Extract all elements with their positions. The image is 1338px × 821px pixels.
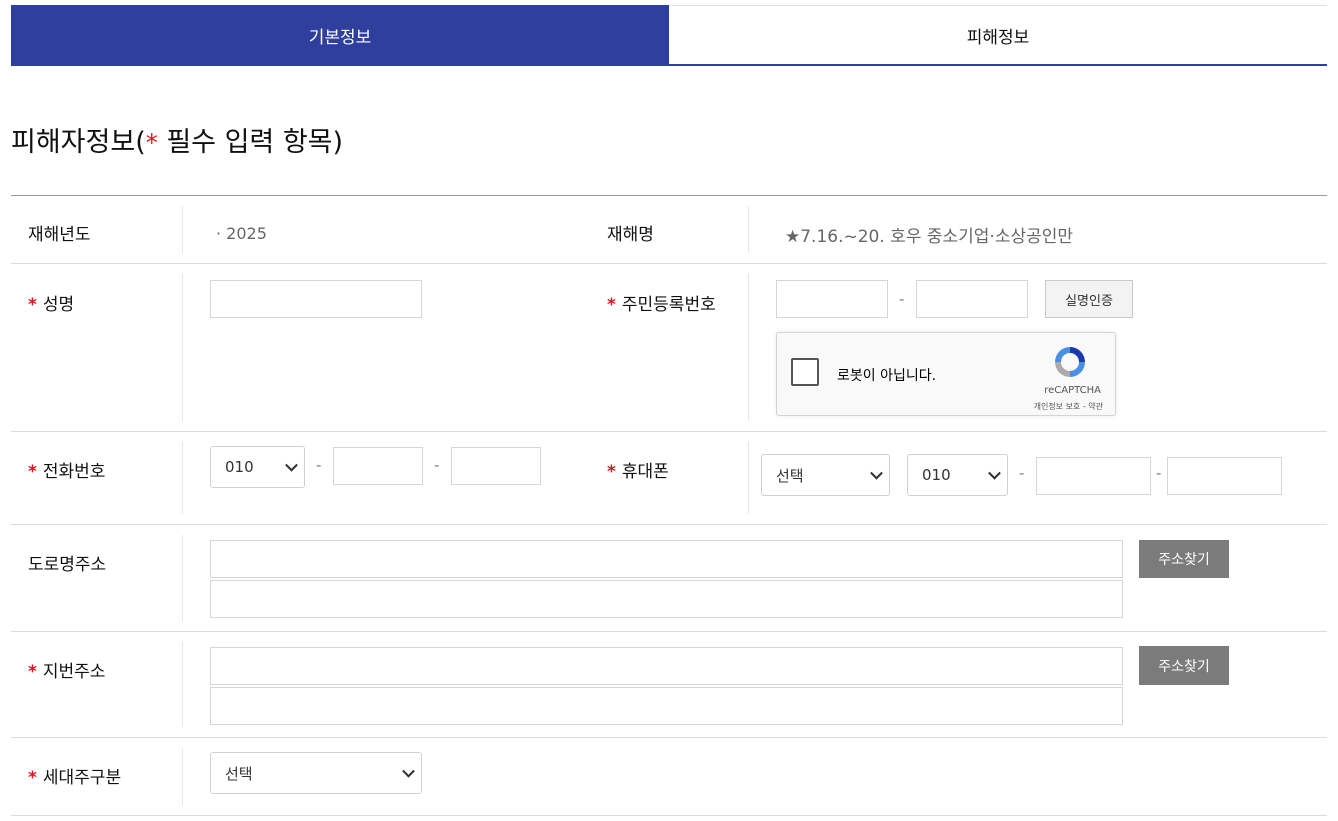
lot-address-label-text: 지번주소 <box>42 662 106 682</box>
section-title-prefix: 피해자정보( <box>11 127 146 158</box>
tab-basic-info[interactable]: 기본정보 <box>11 5 669 66</box>
mobile-middle-input[interactable] <box>1036 457 1151 495</box>
phone-prefix-select[interactable]: 010 <box>210 446 305 488</box>
lot-address-input[interactable] <box>210 647 1123 685</box>
required-marker: * <box>607 462 616 482</box>
row-household: * 세대주구분 선택 <box>11 738 1327 816</box>
mobile-prefix-select[interactable]: 010 <box>907 454 1008 496</box>
row-disaster: 재해년도 · 2025 재해명 ★7.16.~20. 호우 중소기업·소상공인만 <box>11 196 1327 264</box>
divider <box>182 206 183 253</box>
recaptcha-logo-icon <box>1055 347 1085 377</box>
chevron-down-icon <box>870 466 883 480</box>
chevron-down-icon <box>402 764 415 778</box>
rrn-dash: - <box>899 290 905 308</box>
phone-last-input[interactable] <box>451 447 541 485</box>
household-select[interactable]: 선택 <box>210 752 422 794</box>
phone-prefix-value: 010 <box>225 458 254 476</box>
divider <box>182 748 183 805</box>
real-name-verify-button[interactable]: 실명인증 <box>1045 280 1133 318</box>
row-phone: * 전화번호 010 - - * 휴대폰 선택 010 - - <box>11 432 1327 525</box>
lot-address-label: * 지번주소 <box>28 657 105 682</box>
lot-address-search-button[interactable]: 주소찾기 <box>1139 646 1229 685</box>
mobile-carrier-value: 선택 <box>776 466 804 485</box>
household-label: * 세대주구분 <box>28 763 121 788</box>
mobile-label-text: 휴대폰 <box>621 462 669 482</box>
disaster-year-label: 재해년도 <box>28 225 91 245</box>
rrn-back-input[interactable] <box>916 280 1028 318</box>
row-name-rrn: * 성명 * 주민등록번호 - 실명인증 로봇이 아닙니다. reCAPTCHA 개… <box>11 264 1327 432</box>
phone-label: * 전화번호 <box>28 457 105 482</box>
lot-address-detail-input[interactable] <box>210 687 1123 725</box>
rrn-label: * 주민등록번호 <box>607 290 716 315</box>
mobile-prefix-value: 010 <box>922 466 951 484</box>
mobile-dash: - <box>1156 464 1162 482</box>
row-road-address: 도로명주소 주소찾기 <box>11 525 1327 632</box>
divider <box>182 274 183 421</box>
road-address-label: 도로명주소 <box>28 555 107 575</box>
phone-dash: - <box>434 456 440 474</box>
phone-dash: - <box>316 456 322 474</box>
row-lot-address: * 지번주소 주소찾기 <box>11 632 1327 738</box>
required-marker: * <box>28 295 37 315</box>
required-marker: * <box>607 295 616 315</box>
victim-info-form: 재해년도 · 2025 재해명 ★7.16.~20. 호우 중소기업·소상공인만… <box>11 195 1327 816</box>
disaster-year-value: · 2025 <box>216 224 267 243</box>
chevron-down-icon <box>988 466 1001 480</box>
disaster-name-label: 재해명 <box>607 225 654 245</box>
road-address-search-button[interactable]: 주소찾기 <box>1139 540 1229 578</box>
name-label-text: 성명 <box>42 295 75 315</box>
phone-label-text: 전화번호 <box>42 462 106 482</box>
divider <box>748 442 749 514</box>
recaptcha-brand: reCAPTCHA <box>1044 385 1101 396</box>
recaptcha-text: 로봇이 아닙니다. <box>837 368 937 384</box>
rrn-label-text: 주민등록번호 <box>621 295 716 315</box>
recaptcha-checkbox[interactable] <box>791 358 819 386</box>
divider <box>182 442 183 514</box>
name-input[interactable] <box>210 280 422 318</box>
divider <box>748 274 749 421</box>
mobile-dash: - <box>1019 464 1025 482</box>
household-label-text: 세대주구분 <box>42 768 122 788</box>
divider <box>182 642 183 727</box>
required-marker: * <box>28 768 37 788</box>
section-title: 피해자정보(* 필수 입력 항목) <box>11 120 343 159</box>
household-select-value: 선택 <box>225 764 253 783</box>
rrn-front-input[interactable] <box>776 280 888 318</box>
mobile-last-input[interactable] <box>1167 457 1282 495</box>
chevron-down-icon <box>285 458 298 472</box>
mobile-label: * 휴대폰 <box>607 457 669 482</box>
required-marker: * <box>28 662 37 682</box>
disaster-name-value: ★7.16.~20. 호우 중소기업·소상공인만 <box>785 227 1074 247</box>
tab-bar: 기본정보 피해정보 <box>11 5 1327 66</box>
recaptcha-terms-link[interactable]: 개인정보 보호 - 약관 <box>1034 401 1103 412</box>
section-title-suffix: 필수 입력 항목) <box>157 127 344 158</box>
name-label: * 성명 <box>28 290 74 315</box>
tab-damage-info[interactable]: 피해정보 <box>669 5 1327 66</box>
recaptcha-widget: 로봇이 아닙니다. reCAPTCHA 개인정보 보호 - 약관 <box>776 332 1116 416</box>
road-address-input[interactable] <box>210 540 1123 578</box>
phone-middle-input[interactable] <box>333 447 423 485</box>
road-address-detail-input[interactable] <box>210 580 1123 618</box>
divider <box>182 535 183 621</box>
divider <box>748 206 749 253</box>
required-star: * <box>145 129 158 157</box>
required-marker: * <box>28 462 37 482</box>
mobile-carrier-select[interactable]: 선택 <box>761 454 890 496</box>
